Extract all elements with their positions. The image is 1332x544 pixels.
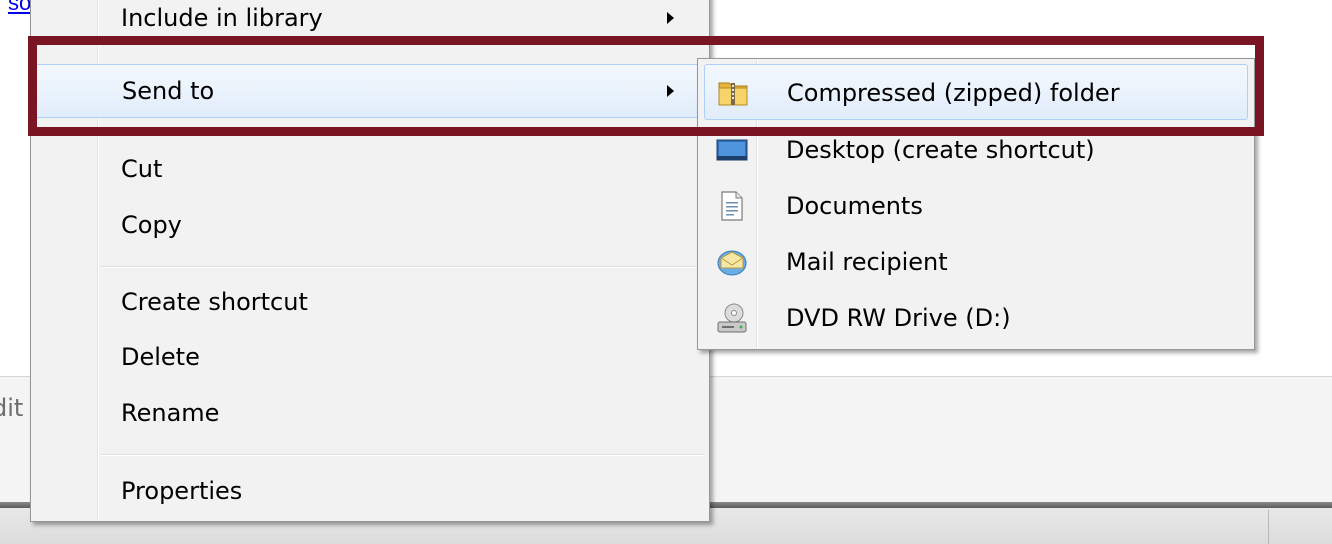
mail-icon: [717, 250, 747, 276]
status-bar-separator: [1268, 510, 1269, 544]
menu-item-label: Create shortcut: [121, 288, 308, 316]
submenu-item-label: DVD RW Drive (D:): [786, 304, 1011, 332]
menu-item-label: Rename: [121, 399, 220, 427]
submenu-item-mail-recipient[interactable]: Mail recipient: [704, 234, 1248, 290]
menu-item-create-shortcut[interactable]: Create shortcut: [35, 275, 703, 329]
menu-item-cut[interactable]: Cut: [35, 142, 703, 196]
background-text-fragment: dit: [0, 394, 24, 422]
menu-separator: [101, 266, 705, 268]
submenu-item-label: Mail recipient: [786, 248, 948, 276]
submenu-arrow-icon: [667, 12, 674, 24]
menu-item-label: Properties: [121, 477, 243, 505]
document-icon: [721, 191, 743, 221]
menu-separator: [101, 454, 705, 456]
highlight-frame: [28, 36, 1264, 136]
menu-item-copy[interactable]: Copy: [35, 198, 703, 252]
submenu-item-label: Documents: [786, 192, 923, 220]
dvd-drive-icon: [717, 303, 747, 333]
menu-item-properties[interactable]: Properties: [35, 464, 703, 518]
submenu-item-dvd-drive[interactable]: DVD RW Drive (D:): [704, 290, 1248, 346]
submenu-item-documents[interactable]: Documents: [704, 178, 1248, 234]
menu-item-rename[interactable]: Rename: [35, 386, 703, 440]
desktop-icon: [716, 139, 748, 161]
menu-item-label: Copy: [121, 211, 182, 239]
menu-item-label: Cut: [121, 155, 163, 183]
menu-item-delete[interactable]: Delete: [35, 330, 703, 384]
menu-item-label: Delete: [121, 343, 200, 371]
